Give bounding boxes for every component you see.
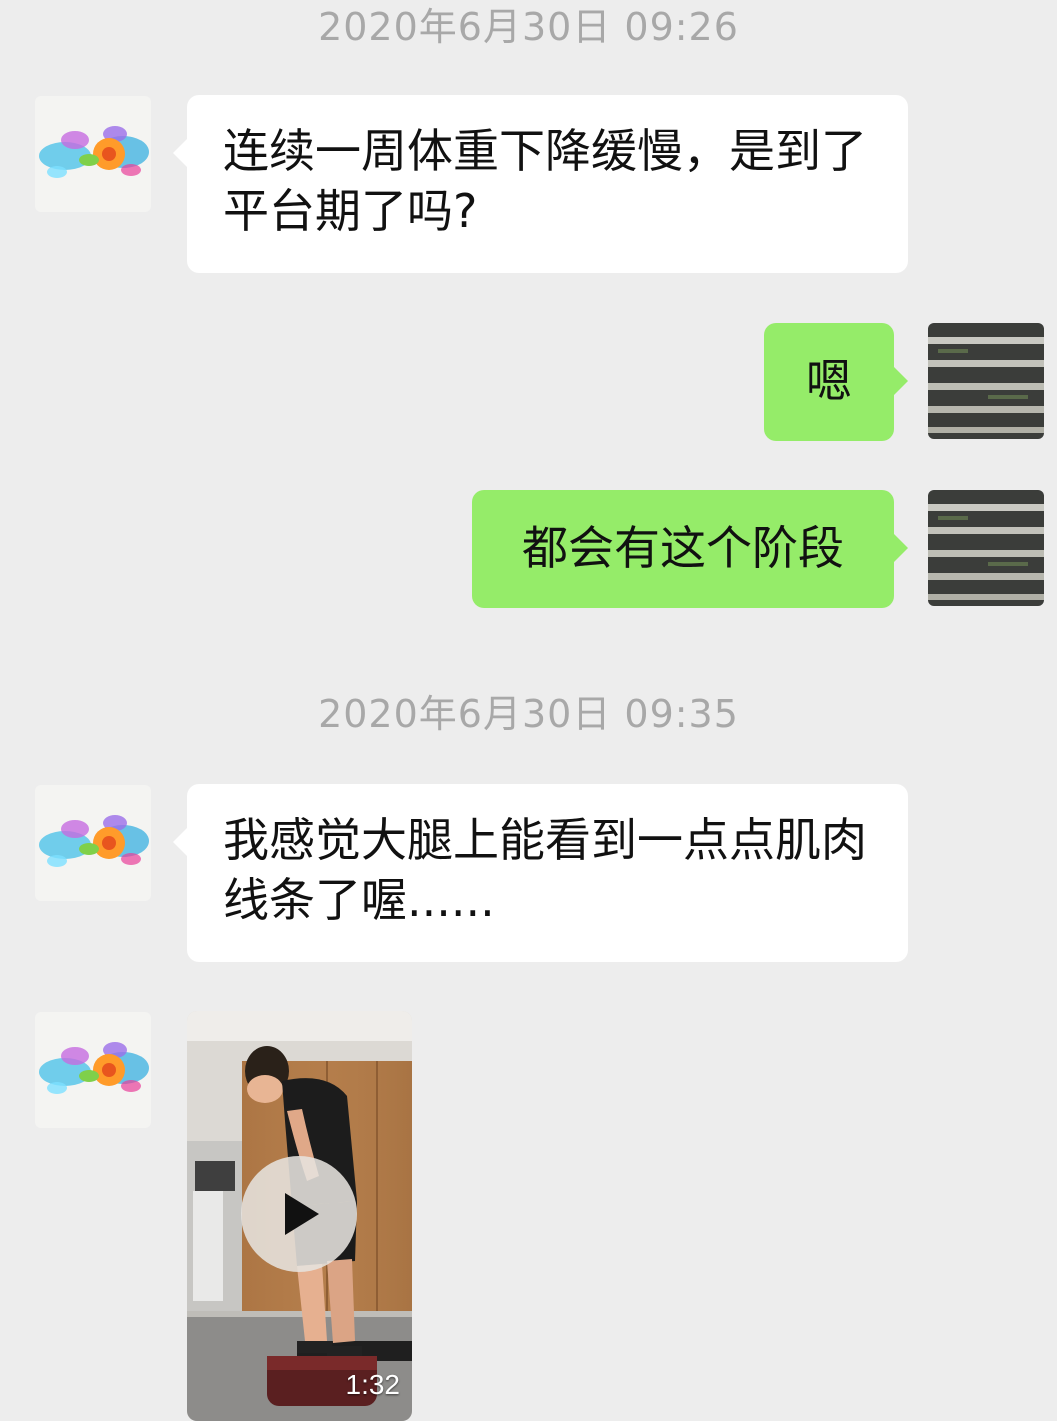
message-text: 连续一周体重下降缓慢，是到了平台期了吗? bbox=[223, 124, 867, 238]
contact-avatar[interactable] bbox=[35, 96, 151, 212]
video-duration: 1:32 bbox=[345, 1369, 401, 1400]
flower-avatar-icon bbox=[39, 815, 149, 867]
play-icon bbox=[285, 1193, 319, 1235]
stairs-avatar-icon bbox=[928, 490, 1044, 606]
message-bubble-incoming[interactable]: 连续一周体重下降缓慢，是到了平台期了吗? bbox=[173, 95, 908, 273]
flower-avatar-icon bbox=[39, 126, 149, 178]
stairs-avatar-icon bbox=[928, 323, 1044, 439]
my-avatar[interactable] bbox=[928, 490, 1044, 606]
play-button[interactable] bbox=[241, 1156, 357, 1272]
message-text: 我感觉大腿上能看到一点点肌肉线条了喔...... bbox=[223, 813, 867, 927]
message-bubble-incoming[interactable]: 我感觉大腿上能看到一点点肌肉线条了喔...... bbox=[173, 784, 908, 962]
contact-avatar[interactable] bbox=[35, 1012, 151, 1128]
my-avatar[interactable] bbox=[928, 323, 1044, 439]
contact-avatar[interactable] bbox=[35, 785, 151, 901]
message-text: 都会有这个阶段 bbox=[522, 521, 844, 575]
flower-avatar-icon bbox=[39, 1042, 149, 1094]
timestamp: 2020年6月30日 09:26 bbox=[318, 5, 739, 49]
video-message[interactable]: 1:32 bbox=[187, 1011, 412, 1421]
message-bubble-outgoing[interactable]: 嗯 bbox=[764, 323, 908, 441]
message-bubble-outgoing[interactable]: 都会有这个阶段 bbox=[472, 490, 908, 608]
timestamp: 2020年6月30日 09:35 bbox=[318, 692, 739, 736]
message-text: 嗯 bbox=[806, 354, 852, 408]
